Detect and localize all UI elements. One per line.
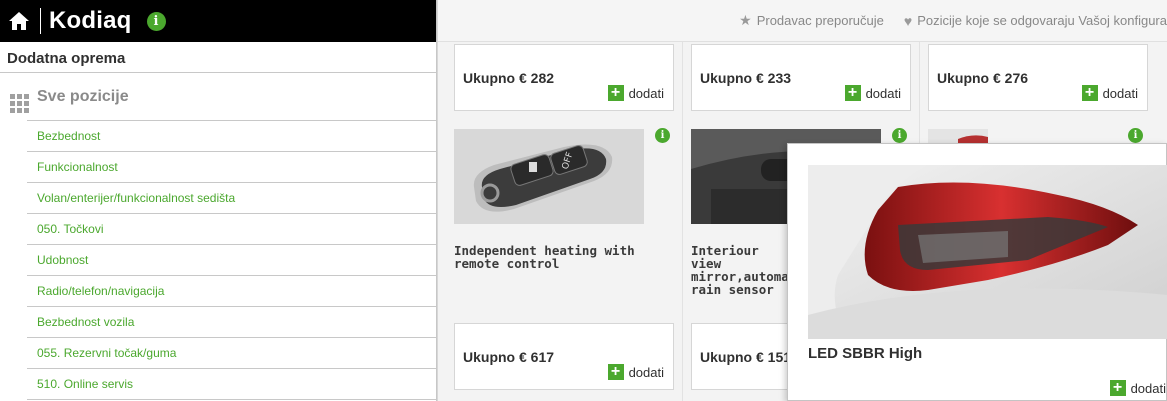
left-panel: Kodiaq i Dodatna oprema Sve pozicije Bez… (0, 0, 436, 401)
price-total: Ukupno € 276 (937, 70, 1029, 86)
star-icon: ★ (739, 12, 752, 28)
product-title: Interiour view mirror,automa rain sensor (691, 243, 789, 297)
add-button[interactable]: + dodati (607, 85, 664, 101)
model-title: Kodiaq (49, 7, 132, 34)
category-item[interactable]: 510. Online servis (27, 369, 436, 400)
section-title: Dodatna oprema (0, 42, 436, 73)
price-total: Ukupno € 233 (700, 70, 792, 86)
configurator-page: Kodiaq i Dodatna oprema Sve pozicije Bez… (0, 0, 1167, 401)
plus-icon: + (1081, 85, 1098, 101)
info-icon[interactable]: i (1128, 128, 1143, 143)
price-box: Ukupno € 617 + dodati (454, 323, 674, 390)
column-divider (682, 42, 683, 401)
matching-items-filter[interactable]: ♥ Pozicije koje se odgovaraju Vašoj konf… (904, 13, 1167, 29)
price-total: Ukupno € 282 (463, 70, 555, 86)
dealer-recommends-label: Prodavac preporučuje (756, 13, 884, 28)
add-label: dodati (865, 85, 901, 101)
category-item[interactable]: 055. Rezervni točak/guma (27, 338, 436, 369)
popup-image (808, 165, 1167, 339)
all-positions-label: Sve pozicije (37, 87, 129, 105)
top-bar: Kodiaq i (0, 0, 436, 42)
product-detail-popup: LED SBBR High + dodati (787, 143, 1167, 401)
price-box: Ukupno € 233 + dodati (691, 44, 911, 111)
price-total: Ukupno € 151 (700, 349, 792, 365)
filter-bar: ★ Prodavac preporučuje ♥ Pozicije koje s… (438, 0, 1167, 42)
add-button[interactable]: + dodati (844, 85, 901, 101)
info-icon[interactable]: i (655, 128, 670, 143)
category-item[interactable]: Radio/telefon/navigacija (27, 276, 436, 307)
add-button[interactable]: + dodati (1109, 380, 1166, 396)
grid-icon (10, 94, 29, 113)
topbar-separator (40, 8, 41, 34)
add-label: dodati (628, 85, 664, 101)
add-label: dodati (1102, 85, 1138, 101)
matching-items-label: Pozicije koje se odgovaraju Vašoj konfig… (917, 13, 1167, 28)
category-item[interactable]: Funkcionalnost (27, 152, 436, 183)
info-icon[interactable]: i (146, 11, 166, 31)
all-positions-item[interactable]: Sve pozicije (10, 73, 436, 121)
plus-icon: + (1109, 380, 1126, 396)
dealer-recommends-filter[interactable]: ★ Prodavac preporučuje (739, 12, 884, 29)
category-item[interactable]: Volan/enterijer/funkcionalnost sedišta (27, 183, 436, 214)
add-label: dodati (1130, 380, 1166, 396)
heart-icon: ♥ (903, 12, 913, 29)
plus-icon: + (607, 85, 624, 101)
plus-icon: + (844, 85, 861, 101)
add-button[interactable]: + dodati (607, 364, 664, 380)
product-title: Independent heating with remote control (454, 243, 635, 271)
home-icon[interactable] (8, 10, 30, 32)
product-image-remote[interactable]: OFF (454, 129, 644, 224)
add-label: dodati (628, 364, 664, 380)
category-item[interactable]: Bezbednost vozila (27, 307, 436, 338)
category-item[interactable]: Bezbednost (27, 121, 436, 152)
category-item[interactable]: Udobnost (27, 245, 436, 276)
popup-title: LED SBBR High (808, 345, 923, 362)
price-box: Ukupno € 276 + dodati (928, 44, 1148, 111)
info-icon[interactable]: i (892, 128, 907, 143)
category-list: Bezbednost Funkcionalnost Volan/enterije… (27, 121, 436, 400)
price-box: Ukupno € 282 + dodati (454, 44, 674, 111)
plus-icon: + (607, 364, 624, 380)
add-button[interactable]: + dodati (1081, 85, 1138, 101)
price-total: Ukupno € 617 (463, 349, 555, 365)
category-item[interactable]: 050. Točkovi (27, 214, 436, 245)
